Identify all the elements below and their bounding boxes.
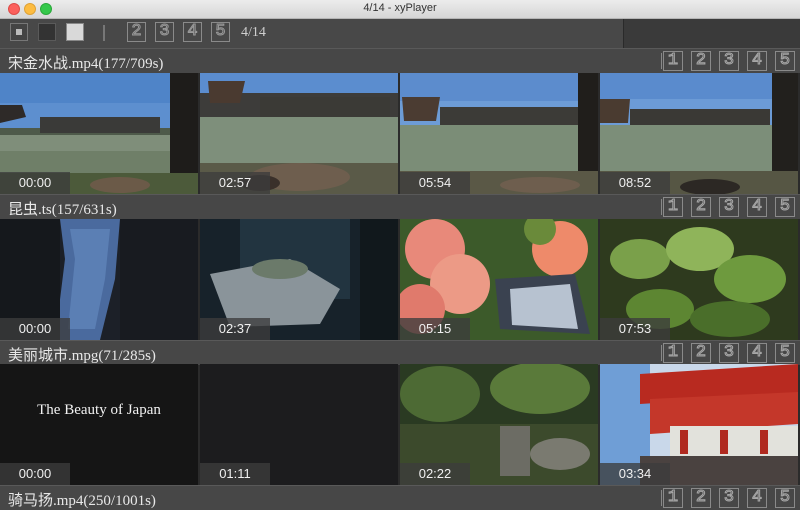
jump-button-3[interactable]: 3 <box>719 197 739 217</box>
video-thumbnail[interactable]: 05:15 <box>400 219 598 340</box>
jump-button-2[interactable]: 2 <box>691 51 711 71</box>
separator <box>661 53 662 69</box>
video-thumbnail[interactable]: 05:54 <box>400 73 598 194</box>
jump-button-2[interactable]: 2 <box>691 488 711 508</box>
timestamp: 08:52 <box>600 172 670 194</box>
timestamp: 03:34 <box>600 463 670 485</box>
video-title: 昆虫.ts(157/631s) <box>8 202 117 218</box>
jump-button-1[interactable]: 1 <box>663 51 683 71</box>
video-thumbnail[interactable]: 02:57 <box>200 73 398 194</box>
video-title: 美丽城市.mpg(71/285s) <box>8 348 156 364</box>
jump-buttons: 1 2 3 4 5 <box>658 343 798 363</box>
video-thumbnail[interactable]: 00:00 <box>0 219 198 340</box>
separator <box>661 199 662 215</box>
stop-button[interactable] <box>10 23 28 41</box>
jump-button-5[interactable]: 5 <box>775 488 795 508</box>
section-header: 昆虫.ts(157/631s) 1 2 3 4 5 <box>0 194 800 219</box>
timestamp: 00:00 <box>0 463 70 485</box>
jump-button-1[interactable]: 1 <box>663 343 683 363</box>
video-thumbnail[interactable]: 07:53 <box>600 219 798 340</box>
jump-button-4[interactable]: 4 <box>747 488 767 508</box>
jump-button-4[interactable]: 4 <box>747 343 767 363</box>
timestamp: 02:22 <box>400 463 470 485</box>
section-header: 宋金水战.mp4(177/709s) 1 2 3 4 5 <box>0 48 800 73</box>
jump-button-2[interactable]: 2 <box>691 343 711 363</box>
toolbar-blank-area <box>623 19 800 48</box>
thumbnail-caption: The Beauty of Japan <box>37 402 161 418</box>
jump-button-4[interactable]: 4 <box>747 51 767 71</box>
jump-button-2[interactable]: 2 <box>691 197 711 217</box>
jump-buttons: 1 2 3 4 5 <box>658 51 798 71</box>
video-thumbnail[interactable]: 08:52 <box>600 73 798 194</box>
video-thumbnail[interactable]: The Beauty of Japan 00:00 <box>0 364 198 485</box>
video-thumbnail[interactable]: 02:22 <box>400 364 598 485</box>
page-button-4[interactable]: 4 <box>183 22 202 42</box>
jump-button-3[interactable]: 3 <box>719 343 739 363</box>
video-thumbnail[interactable]: 01:11 <box>200 364 398 485</box>
jump-buttons: 1 2 3 4 5 <box>658 488 798 508</box>
timestamp: 02:37 <box>200 318 270 340</box>
jump-button-5[interactable]: 5 <box>775 51 795 71</box>
jump-button-4[interactable]: 4 <box>747 197 767 217</box>
page-button-3[interactable]: 3 <box>155 22 174 42</box>
grid-view-button[interactable] <box>66 23 84 41</box>
video-thumbnail[interactable]: 00:00 <box>0 73 198 194</box>
single-view-button[interactable] <box>38 23 56 41</box>
page-indicator: 4/14 <box>241 25 266 40</box>
section-header: 美丽城市.mpg(71/285s) 1 2 3 4 5 <box>0 340 800 365</box>
page-button-2[interactable]: 2 <box>127 22 146 42</box>
jump-button-1[interactable]: 1 <box>663 197 683 217</box>
timestamp: 00:00 <box>0 172 70 194</box>
timestamp: 05:54 <box>400 172 470 194</box>
jump-buttons: 1 2 3 4 5 <box>658 197 798 217</box>
jump-button-1[interactable]: 1 <box>663 488 683 508</box>
separator <box>661 490 662 506</box>
timestamp: 00:00 <box>0 318 70 340</box>
timestamp: 05:15 <box>400 318 470 340</box>
video-title: 宋金水战.mp4(177/709s) <box>8 56 164 72</box>
jump-button-3[interactable]: 3 <box>719 488 739 508</box>
video-thumbnail[interactable]: 03:34 <box>600 364 798 485</box>
timestamp: 07:53 <box>600 318 670 340</box>
page-button-5[interactable]: 5 <box>211 22 230 42</box>
section-header: 骑马扬.mp4(250/1001s) 1 2 3 4 5 <box>0 485 800 510</box>
separator <box>661 345 662 361</box>
jump-button-3[interactable]: 3 <box>719 51 739 71</box>
jump-button-5[interactable]: 5 <box>775 343 795 363</box>
toolbar: 2 3 4 5 4/14 <box>0 19 800 48</box>
window-title: 4/14 - xyPlayer <box>363 2 437 14</box>
timestamp: 01:11 <box>200 463 270 485</box>
toolbar-separator <box>103 25 105 41</box>
jump-button-5[interactable]: 5 <box>775 197 795 217</box>
window-title-bar: 4/14 - xyPlayer <box>0 0 800 19</box>
timestamp: 02:57 <box>200 172 270 194</box>
video-thumbnail[interactable]: 02:37 <box>200 219 398 340</box>
